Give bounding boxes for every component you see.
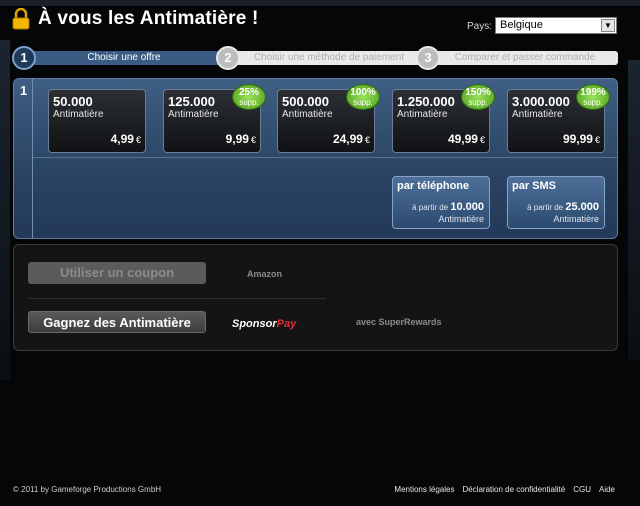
- pay-option-from: à partir de 10.000: [412, 201, 484, 213]
- amazon-label: Amazon: [247, 269, 283, 279]
- superrewards-label: avec SuperRewards: [356, 317, 442, 327]
- offer-price: 9,99 €: [225, 132, 256, 146]
- country-value: Belgique: [500, 19, 543, 31]
- chevron-down-icon[interactable]: ▼: [601, 19, 615, 32]
- country-label: Pays:: [467, 21, 493, 32]
- step-2-label: Choisir une méthode de paiement: [232, 51, 426, 65]
- offer-card-125000[interactable]: 125.000 Antimatière 9,99 € 25% supp.: [163, 84, 266, 153]
- other-options-panel: Utiliser un coupon Amazon Gagnez des Ant…: [13, 244, 618, 351]
- step-1-number: 1: [12, 46, 36, 70]
- bonus-badge: 150% supp.: [461, 84, 495, 110]
- background-right-strip: [628, 60, 640, 360]
- country-select[interactable]: Belgique ▼: [495, 17, 617, 34]
- offer-card-500000[interactable]: 500.000 Antimatière 24,99 € 100% supp.: [277, 84, 380, 153]
- pay-option-from: à partir de 25.000: [527, 201, 599, 213]
- panel-separator: [33, 157, 618, 158]
- pay-option-title: par téléphone: [397, 180, 470, 192]
- lock-icon: [12, 8, 30, 30]
- offer-amount: 125.000: [168, 94, 215, 109]
- pay-option-title: par SMS: [512, 180, 557, 192]
- offer-unit: Antimatière: [282, 109, 333, 120]
- sponsorpay-logo: SponsorPay: [232, 318, 297, 330]
- footer-link-terms[interactable]: CGU: [573, 485, 591, 494]
- pay-by-phone-option[interactable]: par téléphone à partir de 10.000 Antimat…: [392, 176, 490, 229]
- offer-price: 24,99 €: [332, 132, 370, 146]
- offer-card-3000000[interactable]: 3.000.000 Antimatière 99,99 € 199% supp.: [507, 84, 610, 153]
- step-1-label[interactable]: Choisir une offre: [24, 51, 224, 65]
- pay-option-unit: Antimatière: [553, 214, 599, 224]
- offer-amount: 3.000.000: [512, 94, 570, 109]
- use-coupon-button[interactable]: Utiliser un coupon: [28, 262, 206, 284]
- panel-step-number: 1: [20, 83, 28, 98]
- bonus-badge: 199% supp.: [576, 84, 610, 110]
- footer-link-legal[interactable]: Mentions légales: [394, 485, 454, 494]
- footer-link-privacy[interactable]: Déclaration de confidentialité: [462, 485, 565, 494]
- offer-price: 4,99 €: [110, 132, 141, 146]
- offer-price: 99,99 €: [562, 132, 600, 146]
- offer-unit: Antimatière: [168, 109, 219, 120]
- options-divider: [28, 298, 326, 299]
- background-left-strip: [0, 40, 10, 380]
- step-3-label: Comparer et passer commande: [432, 51, 618, 65]
- offer-price: 49,99 €: [447, 132, 485, 146]
- offer-unit: Antimatière: [397, 109, 448, 120]
- offer-amount: 50.000: [53, 94, 93, 109]
- offer-card-1250000[interactable]: 1.250.000 Antimatière 49,99 € 150% supp.: [392, 84, 495, 153]
- offer-unit: Antimatière: [512, 109, 563, 120]
- earn-antimatter-button[interactable]: Gagnez des Antimatière: [28, 311, 206, 333]
- checkout-steps: Choisir une offre Choisir une méthode de…: [12, 46, 618, 70]
- footer-link-help[interactable]: Aide: [599, 485, 615, 494]
- offer-amount: 500.000: [282, 94, 329, 109]
- bonus-badge: 25% supp.: [232, 84, 266, 110]
- panel-divider: [32, 79, 33, 238]
- step-3-number: 3: [416, 46, 440, 70]
- footer-copyright: © 2011 by Gameforge Productions GmbH: [13, 485, 162, 494]
- offer-unit: Antimatière: [53, 109, 104, 120]
- step-2-number: 2: [216, 46, 240, 70]
- pay-option-unit: Antimatière: [438, 214, 484, 224]
- page-header: À vous les Antimatière ! Pays: Belgique …: [0, 0, 640, 44]
- offers-panel: 1 50.000 Antimatière 4,99 € 125.000 Antim…: [13, 78, 618, 239]
- offer-card-50000[interactable]: 50.000 Antimatière 4,99 €: [48, 89, 146, 153]
- page-title: À vous les Antimatière !: [38, 8, 259, 29]
- footer-links: Mentions légales Déclaration de confiden…: [394, 485, 615, 494]
- pay-by-sms-option[interactable]: par SMS à partir de 25.000 Antimatière: [507, 176, 605, 229]
- offer-amount: 1.250.000: [397, 94, 455, 109]
- bonus-badge: 100% supp.: [346, 84, 380, 110]
